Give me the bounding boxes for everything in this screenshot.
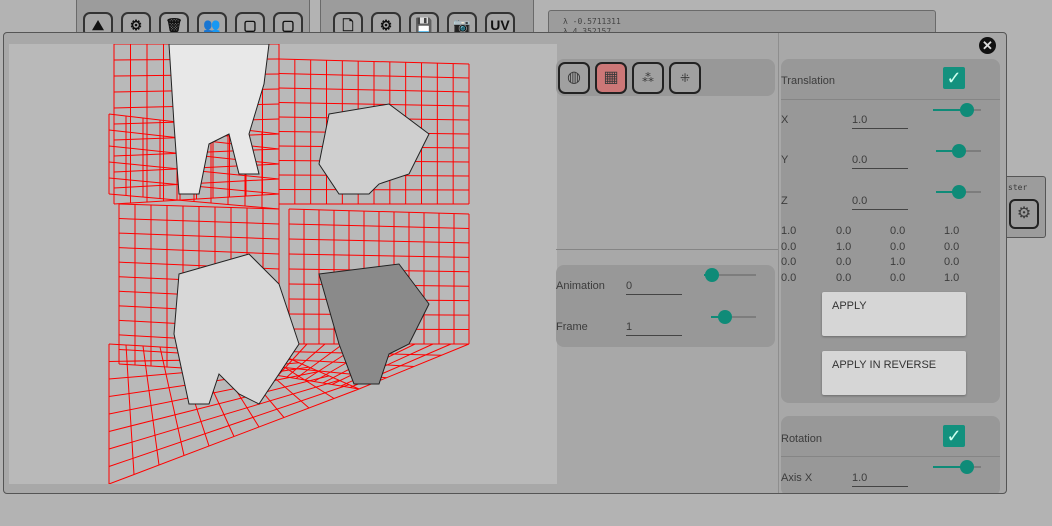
side-panel: ster ⚙ (1006, 176, 1046, 238)
matrix-cell: 0.0 (944, 256, 960, 268)
matrix-cell: 0.0 (890, 225, 906, 237)
matrix-cell: 0.0 (781, 271, 797, 284)
y-input[interactable]: 0.0 (852, 154, 908, 169)
model-mesh (168, 43, 270, 195)
translation-card: Translation ✓ X 1.0 Y 0.0 Z 0.0 1.0 0.0 0.… (781, 59, 1000, 403)
matrix-cell: 1.0 (890, 256, 906, 268)
x-slider[interactable] (933, 103, 981, 117)
frame-input[interactable]: 1 (626, 321, 682, 336)
apply-reverse-button[interactable]: APPLY IN REVERSE (822, 351, 966, 395)
matrix-cell: 1.0 (944, 271, 960, 284)
z-input[interactable]: 0.0 (852, 195, 908, 210)
matrix-cell: 0.0 (890, 240, 906, 253)
matrix-cell: 0.0 (890, 271, 906, 284)
background-toolbar-left: ⛰ ⚙ 🗑 👥 ▢ ▢ (76, 0, 310, 38)
animation-input[interactable]: 0 (626, 280, 682, 295)
animation-card: Animation 0 Frame 1 (556, 265, 775, 347)
close-button[interactable]: ✕ (979, 37, 996, 54)
settings-icon[interactable]: ⚙ (1009, 199, 1039, 229)
rotation-title: Rotation (781, 433, 822, 445)
transform-dialog: ✕ ◍ ▦ ⁂ ⁜ Animation 0 Frame 1 Translatio… (3, 32, 1007, 494)
y-label: Y (781, 154, 789, 166)
texture-sphere-icon[interactable]: ◍ (558, 62, 590, 94)
matrix-cell: 0.0 (944, 240, 960, 253)
panel-divider (778, 33, 779, 493)
translation-checkbox[interactable]: ✓ (943, 67, 965, 89)
divider-line (556, 249, 778, 250)
matrix-cell: 0.0 (781, 256, 797, 268)
matrix-cell: 1.0 (836, 240, 852, 253)
viewport-canvas[interactable] (9, 43, 557, 485)
z-label: Z (781, 195, 788, 207)
3d-viewport[interactable] (9, 43, 557, 485)
animation-label: Animation (556, 280, 605, 292)
x-label: X (781, 114, 789, 126)
grid-icon[interactable]: ▦ (595, 62, 627, 94)
side-label: ster (1008, 183, 1028, 192)
matrix-cell: 0.0 (836, 271, 852, 284)
multi-instance-icon[interactable]: ⁂ (632, 62, 664, 94)
frame-slider[interactable] (711, 310, 756, 324)
translation-title: Translation (781, 75, 836, 87)
rotation-checkbox[interactable]: ✓ (943, 425, 965, 447)
background-toolbar-middle: 🗋 ⚙ 💾 📷 UV (320, 0, 534, 38)
y-slider[interactable] (936, 144, 981, 158)
bounds-icon[interactable]: ⁜ (669, 62, 701, 94)
model-mesh (173, 253, 300, 405)
divider-line (781, 99, 1000, 100)
model-mesh (318, 103, 430, 195)
axis-x-input[interactable]: 1.0 (852, 472, 908, 487)
frame-label: Frame (556, 321, 588, 333)
divider-line (781, 456, 1000, 457)
z-slider[interactable] (936, 185, 981, 199)
animation-slider[interactable] (704, 268, 756, 282)
apply-button[interactable]: APPLY (822, 292, 966, 336)
view-tools-bar: ◍ ▦ ⁂ ⁜ (556, 59, 775, 96)
matrix-cell: 0.0 (781, 240, 797, 253)
matrix-cell: 1.0 (781, 225, 797, 237)
matrix-cell: 0.0 (836, 256, 852, 268)
axis-x-slider[interactable] (933, 460, 981, 474)
rotation-card: Rotation ✓ Axis X 1.0 (781, 416, 1000, 493)
axis-x-label: Axis X (781, 472, 813, 484)
readout-line: λ -0.5711311 (563, 17, 621, 26)
x-input[interactable]: 1.0 (852, 114, 908, 129)
matrix-cell: 1.0 (944, 225, 960, 237)
matrix-cell: 0.0 (836, 225, 852, 237)
